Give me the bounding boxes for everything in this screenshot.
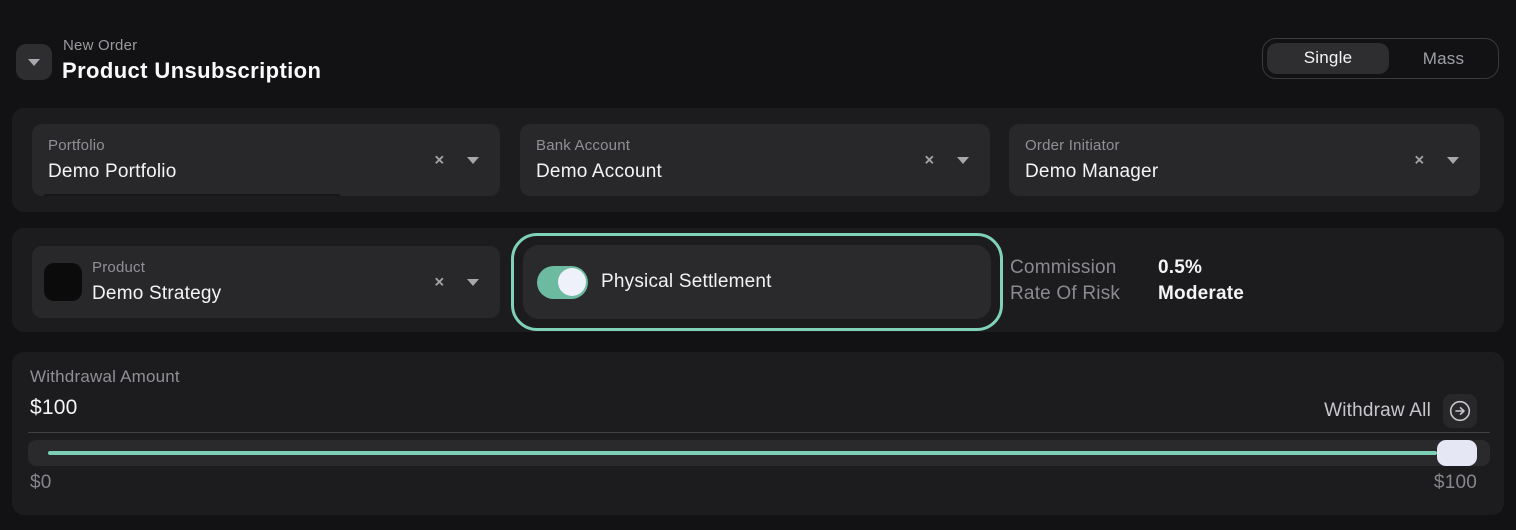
mode-single-tab[interactable]: Single (1267, 43, 1389, 74)
bank-account-label: Bank Account (536, 137, 630, 154)
withdraw-all-label: Withdraw All (1324, 400, 1431, 422)
page-title: Product Unsubscription (62, 58, 321, 84)
clear-icon[interactable]: ✕ (924, 154, 935, 167)
slider-max-label: $100 (1434, 472, 1477, 494)
chevron-down-icon[interactable] (467, 279, 479, 286)
divider (28, 432, 1490, 433)
withdrawal-panel: Withdrawal Amount $100 Withdraw All $0 $… (12, 352, 1504, 515)
chevron-down-icon[interactable] (467, 157, 479, 164)
portfolio-value: Demo Portfolio (48, 161, 176, 183)
withdrawal-amount-input[interactable]: $100 (30, 396, 78, 420)
product-panel: Product Demo Strategy ✕ Physical Settlem… (12, 228, 1504, 332)
withdrawal-amount-label: Withdrawal Amount (30, 367, 180, 387)
order-eyebrow: New Order (63, 37, 137, 54)
slider-track-fill (48, 451, 1437, 455)
physical-settlement-toggle[interactable] (537, 266, 588, 299)
clear-icon[interactable]: ✕ (434, 276, 445, 289)
commission-risk-stats: Commission 0.5% Rate Of Risk Moderate (1010, 257, 1244, 304)
order-initiator-value: Demo Manager (1025, 161, 1158, 183)
order-mode-toggle: Single Mass (1262, 38, 1499, 79)
input-underline (44, 194, 340, 196)
product-value: Demo Strategy (92, 283, 221, 305)
slider-min-label: $0 (30, 472, 52, 494)
withdraw-all-button[interactable]: Withdraw All (1324, 394, 1477, 428)
chevron-down-icon[interactable] (957, 157, 969, 164)
rate-of-risk-label: Rate Of Risk (1010, 283, 1146, 304)
physical-settlement-field[interactable]: Physical Settlement (523, 245, 991, 319)
toggle-knob (558, 268, 586, 296)
chevron-down-icon (28, 59, 40, 66)
product-select[interactable]: Product Demo Strategy ✕ (32, 246, 500, 318)
bank-account-value: Demo Account (536, 161, 662, 183)
selectors-panel: Portfolio Demo Portfolio ✕ Bank Account … (12, 108, 1504, 212)
mode-mass-tab[interactable]: Mass (1389, 39, 1498, 78)
product-label: Product (92, 259, 145, 276)
rate-of-risk-value: Moderate (1158, 283, 1244, 304)
product-avatar (44, 263, 82, 301)
bank-account-select[interactable]: Bank Account Demo Account ✕ (520, 124, 990, 196)
new-order-screen: New Order Product Unsubscription Single … (0, 0, 1516, 530)
slider-handle[interactable] (1437, 440, 1477, 466)
collapse-order-type-button[interactable] (16, 44, 52, 80)
commission-value: 0.5% (1158, 257, 1244, 278)
physical-settlement-label: Physical Settlement (601, 271, 772, 293)
portfolio-select[interactable]: Portfolio Demo Portfolio ✕ (32, 124, 500, 196)
withdrawal-slider[interactable] (28, 440, 1490, 466)
clear-icon[interactable]: ✕ (1414, 154, 1425, 167)
chevron-down-icon[interactable] (1447, 157, 1459, 164)
order-initiator-label: Order Initiator (1025, 137, 1120, 154)
order-initiator-select[interactable]: Order Initiator Demo Manager ✕ (1009, 124, 1480, 196)
clear-icon[interactable]: ✕ (434, 154, 445, 167)
portfolio-label: Portfolio (48, 137, 105, 154)
arrow-right-circle-icon[interactable] (1443, 394, 1477, 428)
commission-label: Commission (1010, 257, 1146, 278)
